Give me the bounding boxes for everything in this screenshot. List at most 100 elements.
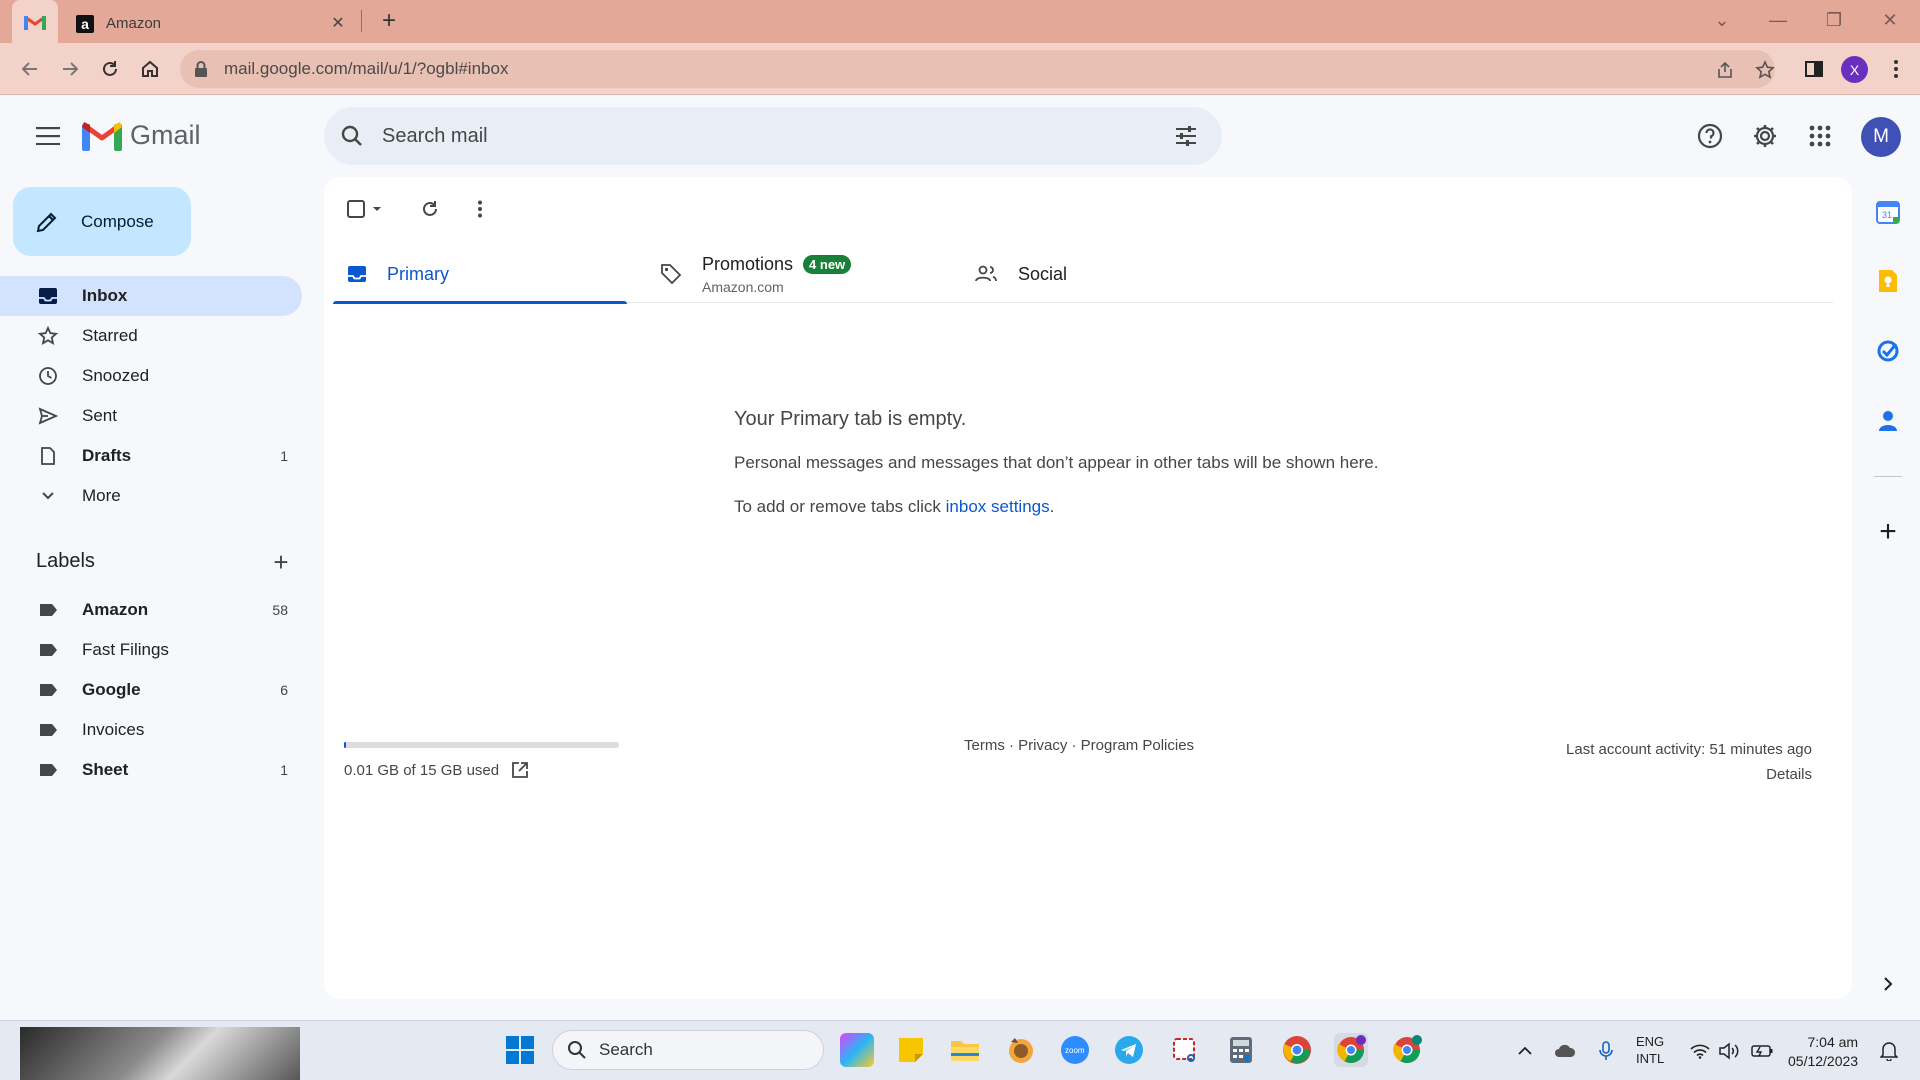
taskbar-search[interactable]: Search (552, 1030, 824, 1070)
gmail-tab[interactable] (12, 0, 58, 43)
widgets-thumbnail[interactable] (20, 1027, 300, 1080)
gmail-wordmark: Gmail (130, 120, 201, 150)
snipping-tool-taskbar-icon[interactable] (1168, 1033, 1202, 1067)
search-input[interactable]: Search mail (382, 125, 488, 148)
empty-state-title: Your Primary tab is empty. (734, 408, 967, 430)
more-vert-icon (478, 200, 482, 218)
label-name: Fast Filings (82, 640, 169, 659)
new-tab-button[interactable]: + (376, 7, 402, 34)
label-item-sheet[interactable]: Sheet 1 (0, 750, 302, 790)
settings-button[interactable] (1747, 118, 1783, 154)
label-item-invoices[interactable]: Invoices (0, 710, 302, 750)
keep-app-button[interactable] (1874, 267, 1902, 295)
refresh-button[interactable] (412, 191, 448, 227)
notification-bell-icon[interactable] (1877, 1039, 1901, 1063)
gmail-logo[interactable]: Gmail (82, 120, 201, 151)
browser-menu-button[interactable] (1880, 53, 1912, 85)
side-panel-button[interactable] (1798, 53, 1830, 85)
select-all-checkbox[interactable] (338, 191, 390, 227)
address-bar[interactable]: mail.google.com/mail/u/1/?ogbl#inbox (180, 50, 1775, 88)
share-icon[interactable] (1714, 59, 1736, 81)
wifi-icon[interactable] (1688, 1039, 1712, 1063)
gear-icon (1754, 125, 1776, 147)
pencil-icon (36, 212, 57, 232)
minimize-button[interactable]: — (1756, 4, 1800, 36)
browser-profile-avatar[interactable]: X (1841, 56, 1868, 83)
support-button[interactable] (1692, 118, 1728, 154)
chrome-profile-teal-taskbar-icon[interactable] (1390, 1033, 1424, 1067)
empty-state-message: Personal messages and messages that don’… (734, 453, 1379, 472)
account-avatar[interactable]: M (1861, 117, 1901, 157)
home-button[interactable] (134, 53, 166, 85)
sticky-notes-taskbar-icon[interactable] (894, 1033, 928, 1067)
nav-item-sent[interactable]: Sent (0, 396, 302, 436)
tab-search-icon[interactable]: ⌄ (1700, 4, 1744, 36)
google-apps-button[interactable] (1802, 118, 1838, 154)
nav-item-snoozed[interactable]: Snoozed (0, 356, 302, 396)
file-explorer-taskbar-icon[interactable] (948, 1033, 982, 1067)
new-count-badge: 4 new (803, 254, 852, 274)
tab-close-icon[interactable]: ✕ (328, 13, 348, 33)
restore-button[interactable]: ❐ (1812, 4, 1856, 36)
microphone-icon[interactable] (1594, 1039, 1618, 1063)
inbox-settings-link[interactable]: inbox settings (946, 497, 1050, 516)
get-addons-button[interactable]: + (1874, 515, 1902, 548)
tab-label: Promotions (702, 253, 794, 274)
promotions-text: Promotions 4 new Amazon.com (702, 253, 852, 295)
copilot-taskbar-icon[interactable] (840, 1033, 874, 1067)
input-language[interactable]: ENG INTL (1636, 1033, 1664, 1067)
battery-icon[interactable] (1750, 1039, 1774, 1063)
windows-logo-icon (506, 1036, 534, 1064)
onedrive-icon[interactable] (1553, 1039, 1577, 1063)
main-menu-button[interactable] (30, 118, 66, 154)
open-in-new-icon[interactable] (511, 761, 529, 779)
chrome-taskbar-icon[interactable] (1280, 1033, 1314, 1067)
footer-links[interactable]: Terms · Privacy · Program Policies (964, 737, 1194, 754)
hide-side-panel-button[interactable] (1874, 970, 1902, 998)
tab-promotions[interactable]: Promotions 4 new Amazon.com (660, 245, 852, 303)
compose-button[interactable]: Compose (13, 187, 191, 256)
nav-item-inbox[interactable]: Inbox (0, 276, 302, 316)
search-icon[interactable] (340, 124, 364, 148)
label-tag-icon (36, 758, 60, 782)
nav-item-more[interactable]: More (0, 476, 302, 516)
nav-item-starred[interactable]: Starred (0, 316, 302, 356)
windows-taskbar: Search zoom ENG INTL 7:04 am 05/12/2023 (0, 1020, 1920, 1080)
tasks-app-button[interactable] (1874, 337, 1902, 365)
more-options-button[interactable] (462, 191, 498, 227)
nav-label: Inbox (82, 286, 128, 305)
zoom-taskbar-icon[interactable]: zoom (1058, 1033, 1092, 1067)
browser-tab-amazon[interactable]: a Amazon ✕ (64, 4, 360, 43)
checkbox-icon (347, 200, 381, 218)
calendar-app-button[interactable]: 31 (1874, 198, 1902, 226)
volume-icon[interactable] (1718, 1039, 1742, 1063)
bookmark-star-icon[interactable] (1754, 59, 1776, 81)
search-options-icon[interactable] (1174, 124, 1198, 148)
svg-text:zoom: zoom (1065, 1046, 1085, 1055)
create-label-button[interactable]: + (268, 547, 294, 577)
chrome-profile-x-taskbar-icon[interactable] (1334, 1033, 1368, 1067)
close-window-button[interactable]: ✕ (1868, 4, 1912, 36)
game-app-taskbar-icon[interactable] (1004, 1033, 1038, 1067)
promotions-sender: Amazon.com (702, 278, 784, 295)
system-clock[interactable]: 7:04 am 05/12/2023 (1788, 1033, 1858, 1071)
tab-social[interactable]: Social (974, 245, 1067, 303)
start-button[interactable] (503, 1033, 537, 1067)
labels-heading: Labels (36, 550, 95, 572)
nav-item-drafts[interactable]: Drafts 1 (0, 436, 302, 476)
search-bar[interactable]: Search mail (324, 107, 1222, 165)
show-hidden-icons-icon[interactable] (1513, 1039, 1537, 1063)
label-item-fast-filings[interactable]: Fast Filings (0, 630, 302, 670)
forward-button[interactable] (54, 53, 86, 85)
tab-label: Primary (387, 263, 449, 284)
label-item-google[interactable]: Google 6 (0, 670, 302, 710)
label-tag-icon (36, 678, 60, 702)
tab-primary[interactable]: Primary (333, 245, 627, 304)
back-button[interactable] (14, 53, 46, 85)
calculator-taskbar-icon[interactable] (1224, 1033, 1258, 1067)
label-item-amazon[interactable]: Amazon 58 (0, 590, 302, 630)
reload-button[interactable] (94, 53, 126, 85)
details-link[interactable]: Details (1566, 762, 1812, 787)
contacts-app-button[interactable] (1874, 407, 1902, 435)
telegram-taskbar-icon[interactable] (1112, 1033, 1146, 1067)
